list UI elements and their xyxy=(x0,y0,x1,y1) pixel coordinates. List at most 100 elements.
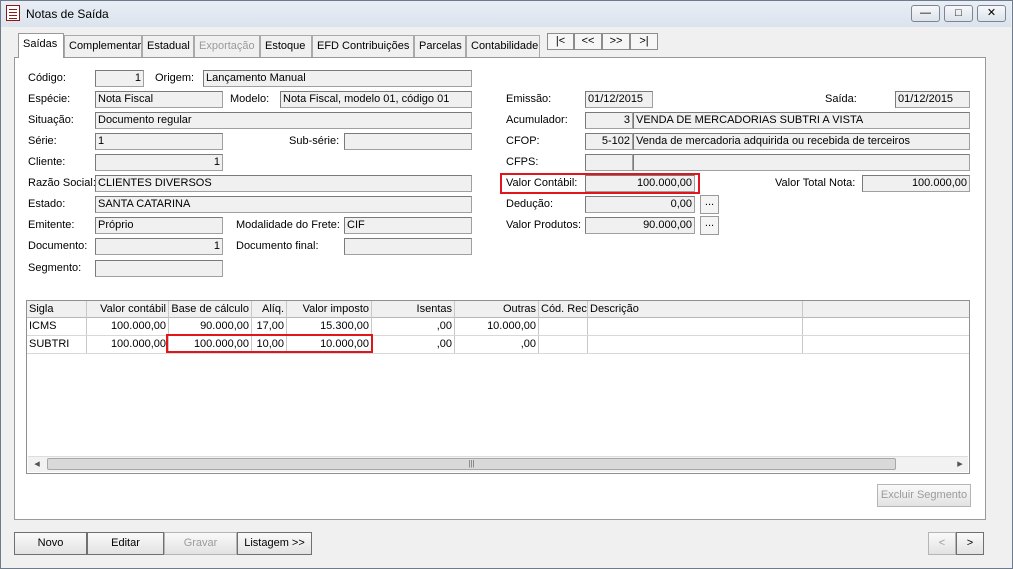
documento-field[interactable]: 1 xyxy=(95,238,223,255)
cell-valor-contabil: 100.000,00 xyxy=(87,336,169,353)
col-valor-contabil[interactable]: Valor contábil xyxy=(87,301,169,318)
modalidade-frete-field[interactable]: CIF xyxy=(344,217,472,234)
tab-complementar[interactable]: Complementar xyxy=(64,35,142,57)
last-record-button[interactable]: >| xyxy=(630,33,658,50)
saida-field[interactable]: 01/12/2015 xyxy=(895,91,970,108)
cell-descricao xyxy=(588,318,803,335)
acumulador-description-field[interactable]: VENDA DE MERCADORIAS SUBTRI A VISTA xyxy=(633,112,970,129)
cliente-field[interactable]: 1 xyxy=(95,154,223,171)
excluir-segmento-button[interactable]: Excluir Segmento xyxy=(877,484,971,507)
cell-outras: 10.000,00 xyxy=(455,318,539,335)
subserie-field[interactable] xyxy=(344,133,472,150)
cfop-label: CFOP: xyxy=(506,135,540,147)
gravar-button[interactable]: Gravar xyxy=(164,532,237,555)
grid-header: Sigla Valor contábil Base de cálculo Alí… xyxy=(27,301,969,318)
estado-field[interactable]: SANTA CATARINA xyxy=(95,196,472,213)
col-descricao[interactable]: Descrição xyxy=(588,301,803,318)
col-cod-rec[interactable]: Cód. Rec. xyxy=(539,301,588,318)
previous-page-button[interactable]: < xyxy=(928,532,956,555)
serie-label: Série: xyxy=(28,135,57,147)
documento-final-label: Documento final: xyxy=(236,240,319,252)
maximize-button[interactable]: □ xyxy=(944,5,973,22)
cell-valor-imposto: 15.300,00 xyxy=(287,318,372,335)
situacao-label: Situação: xyxy=(28,114,74,126)
cell-isentas: ,00 xyxy=(372,336,455,353)
cell-sigla: ICMS xyxy=(27,318,87,335)
col-sigla[interactable]: Sigla xyxy=(27,301,87,318)
deducao-detail-button[interactable]: ... xyxy=(700,195,719,214)
modalidade-frete-label: Modalidade do Frete: xyxy=(236,219,340,231)
tab-efd-contribuicoes[interactable]: EFD Contribuições xyxy=(312,35,414,57)
col-base-calculo[interactable]: Base de cálculo xyxy=(169,301,252,318)
razao-social-field[interactable]: CLIENTES DIVERSOS xyxy=(95,175,472,192)
next-page-button[interactable]: > xyxy=(956,532,984,555)
valor-contabil-label: Valor Contábil: xyxy=(506,177,578,189)
col-empty xyxy=(803,301,969,318)
origem-label: Origem: xyxy=(155,72,195,84)
especie-field[interactable]: Nota Fiscal xyxy=(95,91,223,108)
novo-button[interactable]: Novo xyxy=(14,532,87,555)
codigo-field[interactable]: 1 xyxy=(95,70,144,87)
origem-field[interactable]: Lançamento Manual xyxy=(203,70,472,87)
valor-total-nota-label: Valor Total Nota: xyxy=(775,177,856,189)
editar-button[interactable]: Editar xyxy=(87,532,164,555)
cell-cod-rec xyxy=(539,336,588,353)
emissao-field[interactable]: 01/12/2015 xyxy=(585,91,653,108)
cell-outras: ,00 xyxy=(455,336,539,353)
segmento-label: Segmento: xyxy=(28,262,82,274)
acumulador-code-field[interactable]: 3 xyxy=(585,112,633,129)
tab-exportacao[interactable]: Exportação xyxy=(194,35,260,57)
scroll-right-icon[interactable]: ▸ xyxy=(953,457,967,471)
valor-produtos-detail-button[interactable]: ... xyxy=(700,216,719,235)
saida-label: Saída: xyxy=(825,93,857,105)
modelo-field[interactable]: Nota Fiscal, modelo 01, código 01 xyxy=(280,91,472,108)
documento-label: Documento: xyxy=(28,240,88,252)
scroll-left-icon[interactable]: ◂ xyxy=(30,457,44,471)
next-record-button[interactable]: >> xyxy=(602,33,630,50)
col-isentas[interactable]: Isentas xyxy=(372,301,455,318)
tab-saidas[interactable]: Saídas xyxy=(18,33,64,58)
cell-aliquota: 17,00 xyxy=(252,318,287,335)
cell-descricao xyxy=(588,336,803,353)
col-valor-imposto[interactable]: Valor imposto xyxy=(287,301,372,318)
tab-contabilidade[interactable]: Contabilidade xyxy=(466,35,540,57)
cell-isentas: ,00 xyxy=(372,318,455,335)
minimize-button[interactable]: — xyxy=(911,5,940,22)
cell-valor-contabil: 100.000,00 xyxy=(87,318,169,335)
modelo-label: Modelo: xyxy=(230,93,270,105)
previous-record-button[interactable]: << xyxy=(574,33,602,50)
scroll-thumb[interactable]: ||| xyxy=(47,458,896,470)
serie-field[interactable]: 1 xyxy=(95,133,223,150)
cliente-label: Cliente: xyxy=(28,156,66,168)
cfps-code-field[interactable] xyxy=(585,154,633,171)
especie-label: Espécie: xyxy=(28,93,71,105)
taxes-grid: Sigla Valor contábil Base de cálculo Alí… xyxy=(26,300,970,474)
cfps-description-field[interactable] xyxy=(633,154,970,171)
tab-parcelas[interactable]: Parcelas xyxy=(414,35,466,57)
deducao-field[interactable]: 0,00 xyxy=(585,196,695,213)
cell-sigla: SUBTRI xyxy=(27,336,87,353)
cfps-label: CFPS: xyxy=(506,156,539,168)
subserie-label: Sub-série: xyxy=(289,135,340,147)
estado-label: Estado: xyxy=(28,198,66,210)
segmento-field[interactable] xyxy=(95,260,223,277)
listagem-button[interactable]: Listagem >> xyxy=(237,532,312,555)
col-aliquota[interactable]: Alíq. xyxy=(252,301,287,318)
documento-final-field[interactable] xyxy=(344,238,472,255)
cell-cod-rec xyxy=(539,318,588,335)
valor-total-nota-field[interactable]: 100.000,00 xyxy=(862,175,970,192)
col-outras[interactable]: Outras xyxy=(455,301,539,318)
tab-estadual[interactable]: Estadual xyxy=(142,35,194,57)
acumulador-label: Acumulador: xyxy=(506,114,568,126)
valor-produtos-field[interactable]: 90.000,00 xyxy=(585,217,695,234)
title-bar xyxy=(1,1,1011,27)
document-icon xyxy=(6,5,20,21)
emitente-field[interactable]: Próprio xyxy=(95,217,223,234)
cfop-code-field[interactable]: 5-102 xyxy=(585,133,633,150)
first-record-button[interactable]: |< xyxy=(547,33,574,50)
close-button[interactable]: ✕ xyxy=(977,5,1006,22)
cfop-description-field[interactable]: Venda de mercadoria adquirida ou recebid… xyxy=(633,133,970,150)
situacao-field[interactable]: Documento regular xyxy=(95,112,472,129)
valor-contabil-field[interactable]: 100.000,00 xyxy=(585,175,695,192)
tab-estoque[interactable]: Estoque xyxy=(260,35,312,57)
